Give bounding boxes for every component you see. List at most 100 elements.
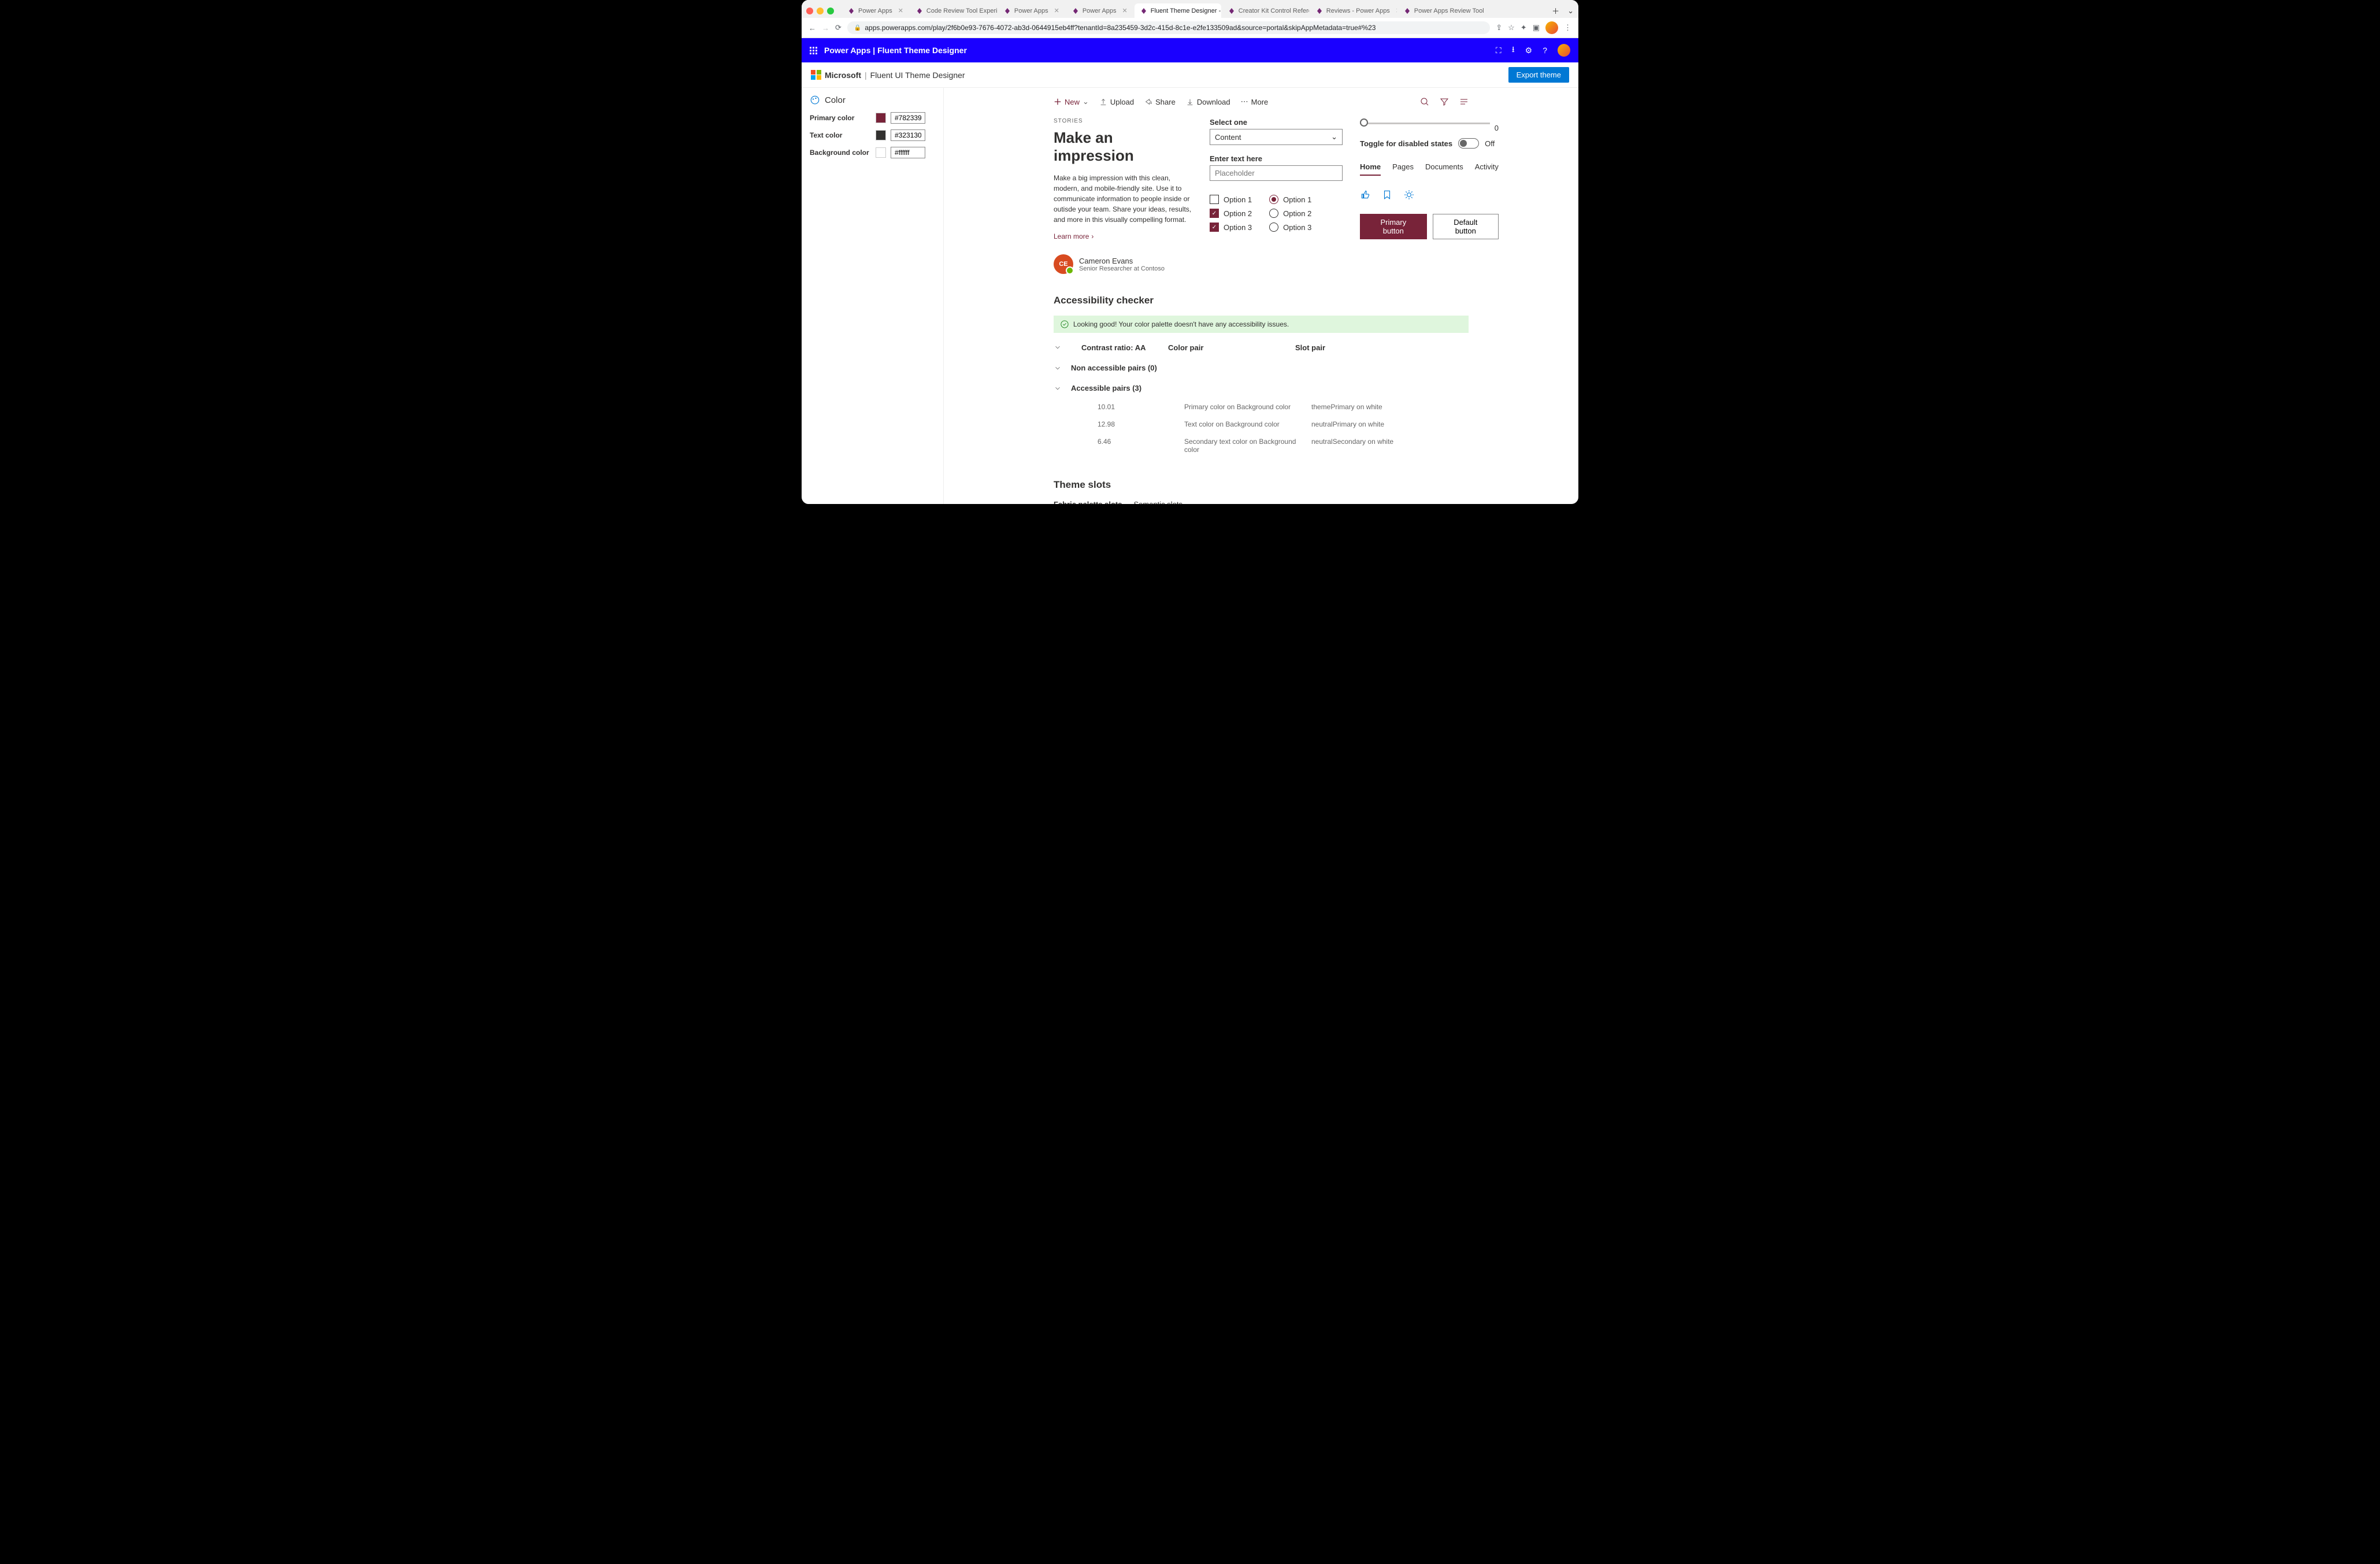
- primary-button[interactable]: Primary button: [1360, 214, 1427, 239]
- persona-name: Cameron Evans: [1079, 257, 1165, 265]
- select-label: Select one: [1210, 118, 1343, 127]
- user-avatar[interactable]: [1558, 44, 1570, 57]
- primary-color-swatch[interactable]: [876, 113, 886, 123]
- close-icon[interactable]: ✕: [1122, 7, 1128, 14]
- help-icon[interactable]: ?: [1543, 46, 1547, 55]
- checkbox-option[interactable]: ✓Option 2: [1210, 209, 1252, 218]
- extensions-icon[interactable]: ✦: [1521, 23, 1527, 32]
- checkbox-option[interactable]: ✓Option 3: [1210, 223, 1252, 232]
- settings-icon[interactable]: ⚙: [1525, 46, 1533, 55]
- text-color-swatch[interactable]: [876, 130, 886, 140]
- chevron-down-icon: [1054, 384, 1062, 392]
- learn-more-link[interactable]: Learn more ›: [1054, 232, 1093, 240]
- select-dropdown[interactable]: Content ⌄: [1210, 129, 1343, 145]
- sidepanel-icon[interactable]: ▣: [1533, 23, 1540, 32]
- sun-icon[interactable]: [1404, 190, 1414, 200]
- checkbox-option[interactable]: Option 1: [1210, 195, 1252, 204]
- text-color-label: Text color: [810, 131, 871, 139]
- more-icon: ⋯: [1241, 97, 1248, 106]
- group-accessible[interactable]: Accessible pairs (3): [1054, 378, 1469, 398]
- app-title: Power Apps | Fluent Theme Designer: [824, 46, 967, 55]
- download-icon[interactable]: ⭳: [1512, 43, 1515, 57]
- browser-tab[interactable]: Reviews - Power Apps✕: [1310, 3, 1397, 18]
- slider[interactable]: [1360, 123, 1490, 124]
- like-icon[interactable]: [1360, 190, 1370, 200]
- waffle-icon[interactable]: [810, 47, 817, 54]
- pivot-tab[interactable]: Activity: [1475, 162, 1499, 176]
- toggle-label: Toggle for disabled states: [1360, 139, 1452, 148]
- macos-max[interactable]: [827, 8, 834, 14]
- browser-nav-bar: ← → ⟳ 🔒 apps.powerapps.com/play/2f6b0e93…: [802, 18, 1578, 38]
- theme-tab[interactable]: Semantic slots: [1133, 500, 1182, 504]
- upload-button[interactable]: Upload: [1099, 97, 1134, 106]
- browser-tab[interactable]: Power Apps✕: [842, 3, 909, 18]
- bg-color-input[interactable]: [891, 147, 925, 158]
- new-button[interactable]: New⌄: [1054, 97, 1089, 106]
- theme-tab[interactable]: Fabric palette slots: [1054, 500, 1122, 504]
- main-content: New⌄ Upload Share Download ⋯More STORIES…: [944, 88, 1578, 504]
- tab-overflow-icon[interactable]: ⌄: [1567, 6, 1574, 16]
- text-color-input[interactable]: [891, 129, 925, 141]
- a11y-heading: Accessibility checker: [1054, 295, 1469, 306]
- browser-tab[interactable]: Power Apps✕: [1066, 3, 1133, 18]
- text-input[interactable]: [1210, 165, 1343, 181]
- group-non-accessible[interactable]: Non accessible pairs (0): [1054, 358, 1469, 378]
- profile-avatar[interactable]: [1545, 21, 1558, 34]
- macos-close[interactable]: [806, 8, 813, 14]
- browser-tab[interactable]: Power Apps Review Tool - …✕: [1398, 3, 1485, 18]
- more-button[interactable]: ⋯More: [1241, 97, 1269, 106]
- share-button[interactable]: Share: [1144, 97, 1176, 106]
- microsoft-logo: Microsoft | Fluent UI Theme Designer: [811, 70, 965, 80]
- bg-color-swatch[interactable]: [876, 147, 886, 158]
- chevron-down-icon[interactable]: [1054, 343, 1062, 351]
- col-colorpair: Color pair: [1168, 343, 1284, 352]
- export-theme-button[interactable]: Export theme: [1508, 67, 1569, 83]
- toggle[interactable]: [1458, 138, 1479, 149]
- browser-tab[interactable]: Creator Kit Control Referen…✕: [1222, 3, 1309, 18]
- menu-icon[interactable]: ⋮: [1564, 23, 1571, 32]
- filter-icon[interactable]: [1440, 97, 1449, 106]
- primary-color-input[interactable]: [891, 112, 925, 124]
- search-icon[interactable]: [1420, 97, 1429, 106]
- bookmark-icon[interactable]: ☆: [1508, 23, 1515, 32]
- reload-icon[interactable]: ⟳: [835, 23, 841, 32]
- share-icon[interactable]: ⇪: [1496, 23, 1502, 32]
- chevron-down-icon: [1054, 364, 1062, 372]
- pivot-tab[interactable]: Pages: [1392, 162, 1414, 176]
- browser-tab-strip: Power Apps✕ Code Review Tool Experim…✕ P…: [802, 0, 1578, 18]
- pivot-tab[interactable]: Documents: [1425, 162, 1463, 176]
- new-tab-button[interactable]: ＋: [1547, 5, 1564, 16]
- list-icon[interactable]: [1459, 97, 1469, 106]
- close-icon[interactable]: ✕: [1054, 7, 1059, 14]
- browser-tab[interactable]: Fluent Theme Designer - P…✕: [1135, 3, 1221, 18]
- persona-role: Senior Researcher at Contoso: [1079, 265, 1165, 272]
- textinput-label: Enter text here: [1210, 154, 1343, 163]
- url-text: apps.powerapps.com/play/2f6b0e93-7676-40…: [865, 24, 1376, 32]
- address-bar[interactable]: 🔒 apps.powerapps.com/play/2f6b0e93-7676-…: [847, 21, 1490, 34]
- download-button[interactable]: Download: [1186, 97, 1230, 106]
- radio-option[interactable]: Option 2: [1269, 209, 1311, 218]
- radio-option[interactable]: Option 1: [1269, 195, 1311, 204]
- browser-tab[interactable]: Code Review Tool Experim…✕: [910, 3, 997, 18]
- close-icon[interactable]: ✕: [898, 7, 903, 14]
- close-icon[interactable]: ✕: [1396, 7, 1397, 14]
- radio-option[interactable]: Option 3: [1269, 223, 1311, 232]
- download-icon: [1186, 98, 1194, 106]
- browser-tab[interactable]: Power Apps✕: [998, 3, 1065, 18]
- upload-icon: [1099, 98, 1107, 106]
- persona: CE Cameron Evans Senior Researcher at Co…: [1054, 254, 1192, 274]
- pivot-tabs: Home Pages Documents Activity: [1360, 162, 1499, 176]
- macos-min[interactable]: [817, 8, 824, 14]
- slider-thumb[interactable]: [1360, 118, 1368, 127]
- success-banner: Looking good! Your color palette doesn't…: [1054, 316, 1469, 333]
- forward-icon[interactable]: →: [822, 24, 829, 32]
- sidebar-heading: Color: [825, 95, 846, 105]
- palette-icon: [810, 95, 820, 105]
- default-button[interactable]: Default button: [1433, 214, 1499, 239]
- sidebar: Color Primary color Text color Backgroun…: [802, 88, 944, 504]
- fit-icon[interactable]: ⛶: [1496, 46, 1502, 55]
- pivot-tab[interactable]: Home: [1360, 162, 1381, 176]
- bookmark-icon[interactable]: [1382, 190, 1392, 200]
- chevron-down-icon: ⌄: [1331, 132, 1337, 142]
- back-icon[interactable]: ←: [809, 24, 816, 32]
